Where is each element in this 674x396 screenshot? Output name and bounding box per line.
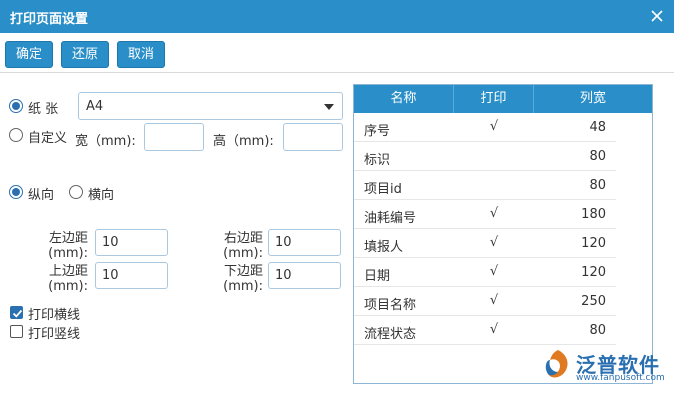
toolbar: 确定 还原 取消 <box>0 33 674 73</box>
cell-name: 填报人 <box>364 240 404 255</box>
landscape-label: 横向 <box>88 188 115 203</box>
grid-header: 名称 打印 列宽 <box>354 85 652 113</box>
paper-radio[interactable] <box>9 99 23 113</box>
paper-select-value: A4 <box>86 99 104 114</box>
cell-width[interactable]: 80 <box>589 149 606 164</box>
cell-print[interactable]: √ <box>454 119 534 134</box>
landscape-radio[interactable] <box>69 185 83 199</box>
table-row[interactable]: 填报人 √ 120 <box>354 229 616 258</box>
cell-width[interactable]: 48 <box>589 120 606 135</box>
dialog-title: 打印页面设置 <box>10 12 89 27</box>
table-row[interactable]: 序号 √ 48 <box>354 113 616 142</box>
height-label: 高（mm): <box>213 134 274 149</box>
cell-print[interactable]: √ <box>454 293 534 308</box>
top-margin-input[interactable] <box>95 262 168 289</box>
bottom-margin-label: 下边距 (mm): <box>223 264 263 294</box>
vertical-lines-checkbox[interactable] <box>10 325 23 338</box>
left-margin-label: 左边距 (mm): <box>48 231 88 261</box>
cell-width[interactable]: 80 <box>589 323 606 338</box>
paper-label: 纸 张 <box>28 102 59 117</box>
header-width[interactable]: 列宽 <box>534 85 652 113</box>
cell-name: 日期 <box>364 269 391 284</box>
right-margin-label: 右边距 (mm): <box>223 231 263 261</box>
close-icon[interactable] <box>649 6 665 24</box>
brand-logo: 泛普软件 www.fanpusoft.com <box>540 346 670 386</box>
cell-name: 油耗编号 <box>364 211 417 226</box>
horizontal-lines-checkbox[interactable] <box>10 306 23 319</box>
top-margin-label: 上边距 (mm): <box>48 264 88 294</box>
header-name[interactable]: 名称 <box>354 85 454 113</box>
vertical-lines-label: 打印竖线 <box>28 327 81 342</box>
cell-name: 流程状态 <box>364 327 417 342</box>
cell-name: 项目名称 <box>364 298 417 313</box>
logo-icon <box>545 350 568 378</box>
header-print[interactable]: 打印 <box>454 85 534 113</box>
custom-width-input[interactable] <box>144 123 204 151</box>
custom-radio[interactable] <box>9 128 23 142</box>
cell-width[interactable]: 180 <box>581 207 606 222</box>
check-icon <box>12 309 23 318</box>
cell-width[interactable]: 120 <box>581 265 606 280</box>
portrait-radio[interactable] <box>9 185 23 199</box>
horizontal-lines-label: 打印横线 <box>28 308 81 323</box>
table-row[interactable]: 日期 √ 120 <box>354 258 616 287</box>
cell-name: 项目id <box>364 182 402 197</box>
table-row[interactable]: 油耗编号 √ 180 <box>354 200 616 229</box>
cell-print[interactable]: √ <box>454 206 534 221</box>
bottom-margin-input[interactable] <box>268 262 341 289</box>
left-margin-input[interactable] <box>95 229 168 256</box>
custom-height-input[interactable] <box>283 123 343 151</box>
width-label: 宽（mm): <box>75 134 136 149</box>
paper-select[interactable]: A4 <box>78 92 343 120</box>
cell-name: 标识 <box>364 153 391 168</box>
table-row[interactable]: 标识 80 <box>354 142 616 171</box>
cell-width[interactable]: 80 <box>589 178 606 193</box>
chevron-down-icon <box>324 104 334 110</box>
portrait-label: 纵向 <box>28 188 55 203</box>
cell-width[interactable]: 120 <box>581 236 606 251</box>
column-grid: 名称 打印 列宽 序号 √ 48 标识 80 项目id 80 油耗编号 √ 18… <box>353 84 653 384</box>
custom-label: 自定义 <box>28 131 68 146</box>
table-row[interactable]: 流程状态 √ 80 <box>354 316 616 345</box>
dialog-titlebar: 打印页面设置 <box>0 0 674 33</box>
cell-print[interactable]: √ <box>454 235 534 250</box>
reset-button[interactable]: 还原 <box>61 41 109 68</box>
table-row[interactable]: 项目id 80 <box>354 171 616 200</box>
cell-print[interactable]: √ <box>454 322 534 337</box>
cell-name: 序号 <box>364 124 391 139</box>
table-row[interactable]: 项目名称 √ 250 <box>354 287 616 316</box>
brand-url: www.fanpusoft.com <box>576 373 665 383</box>
cell-print[interactable]: √ <box>454 264 534 279</box>
cancel-button[interactable]: 取消 <box>117 41 165 68</box>
right-margin-input[interactable] <box>268 229 341 256</box>
cell-width[interactable]: 250 <box>581 294 606 309</box>
ok-button[interactable]: 确定 <box>5 41 53 68</box>
